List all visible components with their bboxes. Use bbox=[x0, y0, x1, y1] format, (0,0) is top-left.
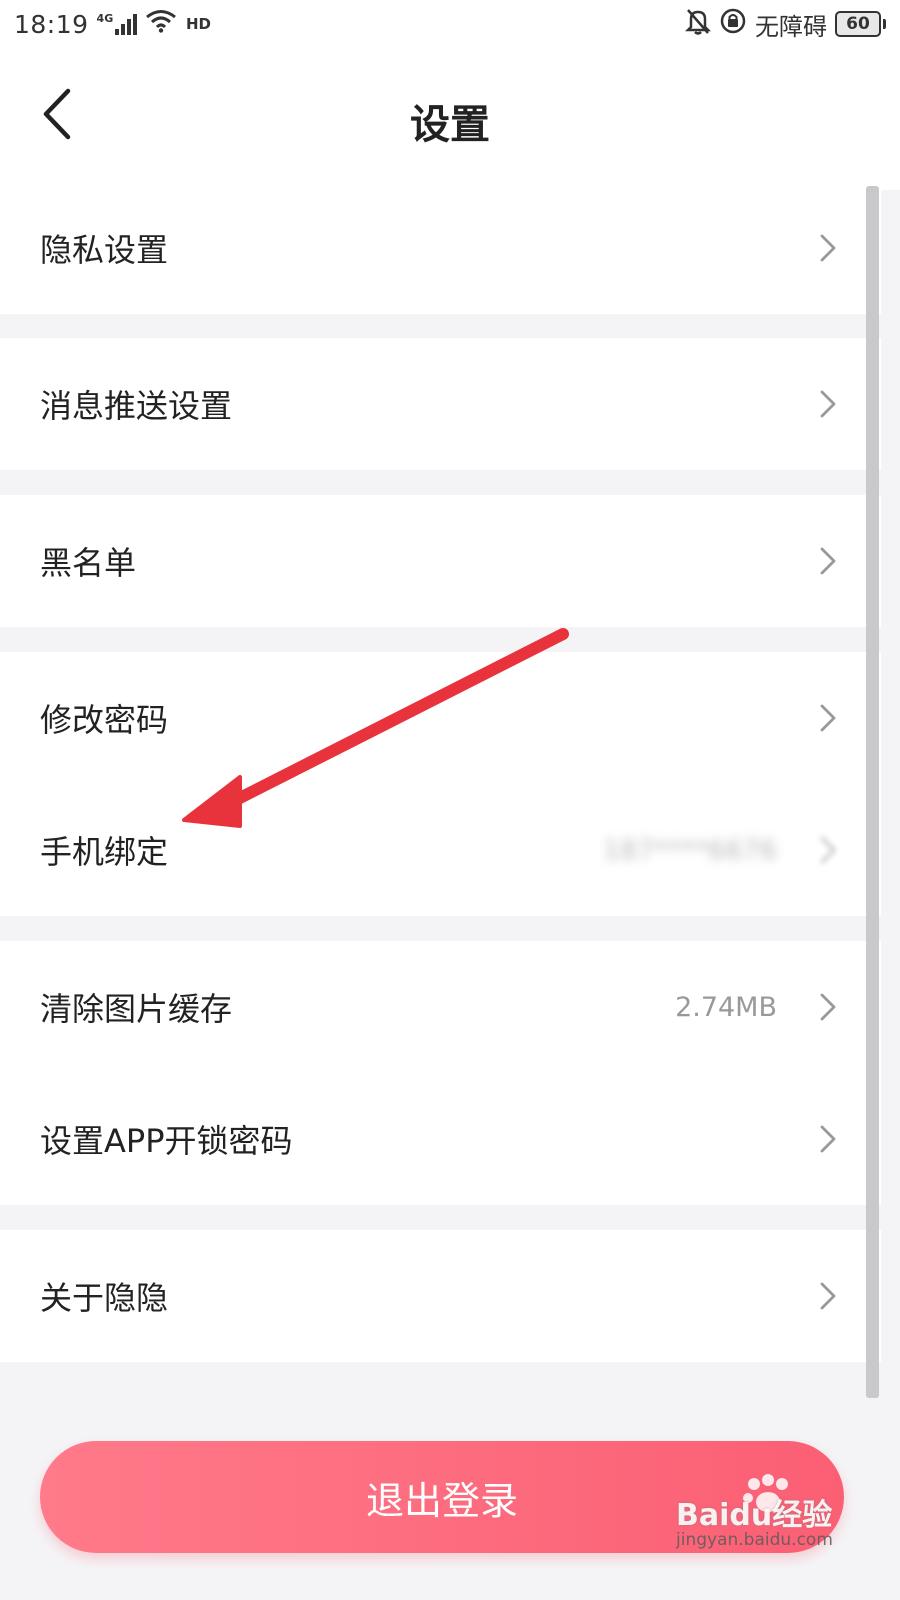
wifi-icon bbox=[145, 9, 177, 39]
status-left: 18:19 4G HD bbox=[14, 9, 211, 39]
settings-item-app-lock[interactable]: 设置APP开锁密码 bbox=[0, 1073, 881, 1205]
chevron-right-icon bbox=[819, 1281, 837, 1311]
settings-group-5: 清除图片缓存 2.74MB 设置APP开锁密码 bbox=[0, 941, 881, 1205]
status-right: 无障碍 60 bbox=[684, 7, 886, 42]
chevron-right-icon bbox=[819, 233, 837, 263]
svg-text:HD: HD bbox=[186, 15, 211, 33]
phone-number-value: 187****6676 bbox=[602, 834, 777, 866]
chevron-right-icon bbox=[819, 546, 837, 576]
settings-group-4: 修改密码 手机绑定 187****6676 bbox=[0, 652, 881, 916]
settings-item-blacklist[interactable]: 黑名单 bbox=[0, 495, 881, 627]
settings-item-label: 关于隐隐 bbox=[40, 1279, 169, 1317]
settings-item-push[interactable]: 消息推送设置 bbox=[0, 338, 881, 470]
settings-item-label: 黑名单 bbox=[40, 544, 137, 582]
chevron-right-icon bbox=[819, 389, 837, 419]
hd-icon: HD bbox=[185, 9, 211, 39]
chevron-right-icon bbox=[819, 992, 837, 1022]
chevron-right-icon bbox=[819, 835, 837, 865]
settings-item-label: 消息推送设置 bbox=[40, 387, 233, 425]
settings-item-label: 设置APP开锁密码 bbox=[40, 1122, 293, 1160]
scrollbar[interactable] bbox=[866, 186, 879, 1398]
settings-group-2: 消息推送设置 bbox=[0, 338, 881, 470]
page-title: 设置 bbox=[410, 102, 490, 148]
settings-item-privacy[interactable]: 隐私设置 bbox=[0, 182, 881, 314]
battery-level: 60 bbox=[846, 14, 870, 34]
network-type: 4G bbox=[96, 12, 114, 25]
settings-group-6: 关于隐隐 bbox=[0, 1230, 881, 1362]
settings-item-label: 修改密码 bbox=[40, 701, 169, 739]
bell-muted-icon bbox=[684, 7, 712, 41]
status-time: 18:19 bbox=[14, 9, 89, 39]
settings-item-label: 隐私设置 bbox=[40, 231, 169, 269]
status-bar: 18:19 4G HD 无障碍 60 bbox=[0, 0, 900, 48]
settings-item-change-password[interactable]: 修改密码 bbox=[0, 652, 881, 784]
settings-item-clear-cache[interactable]: 清除图片缓存 2.74MB bbox=[0, 941, 881, 1073]
header: 设置 bbox=[0, 48, 900, 190]
settings-group-1: 隐私设置 bbox=[0, 182, 881, 314]
lock-rotation-icon bbox=[719, 7, 747, 41]
signal-icon: 4G bbox=[97, 13, 138, 35]
settings-item-label: 清除图片缓存 bbox=[40, 990, 233, 1028]
accessibility-label: 无障碍 bbox=[755, 12, 827, 41]
battery-tip bbox=[883, 19, 886, 29]
settings-group-3: 黑名单 bbox=[0, 495, 881, 627]
settings-item-label: 手机绑定 bbox=[40, 833, 169, 871]
logout-label: 退出登录 bbox=[365, 1480, 518, 1523]
settings-item-about[interactable]: 关于隐隐 bbox=[0, 1230, 881, 1362]
cache-size-value: 2.74MB bbox=[675, 991, 777, 1023]
chevron-right-icon bbox=[819, 703, 837, 733]
settings-item-phone-binding[interactable]: 手机绑定 187****6676 bbox=[0, 784, 881, 916]
chevron-right-icon bbox=[819, 1124, 837, 1154]
battery-icon: 60 bbox=[835, 11, 881, 37]
logout-button[interactable]: 退出登录 bbox=[40, 1441, 844, 1553]
